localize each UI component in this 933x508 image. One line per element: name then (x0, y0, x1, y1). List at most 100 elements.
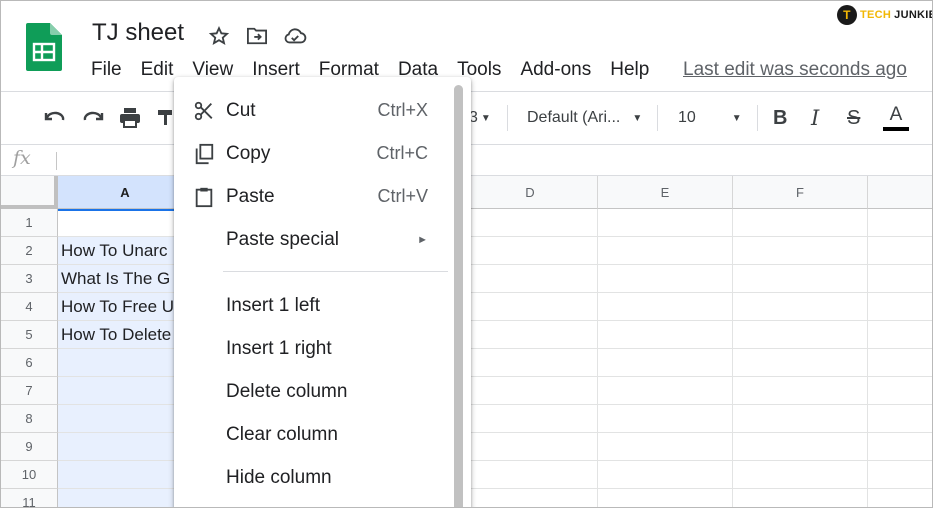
column-header-a[interactable]: A (58, 176, 193, 209)
grid-cell[interactable] (733, 377, 868, 405)
menu-file[interactable]: File (91, 59, 122, 83)
row-header[interactable]: 7 (1, 377, 58, 405)
grid-cell[interactable] (598, 377, 733, 405)
menu-help[interactable]: Help (610, 59, 649, 83)
grid-cell[interactable] (868, 405, 932, 433)
grid-cell[interactable] (598, 461, 733, 489)
grid-cell[interactable] (868, 377, 932, 405)
grid-cell[interactable] (733, 461, 868, 489)
bold-button[interactable]: B (773, 92, 787, 144)
row-header[interactable]: 11 (1, 489, 58, 507)
row-header[interactable]: 6 (1, 349, 58, 377)
grid-cell[interactable] (598, 209, 733, 237)
grid-cell[interactable] (733, 209, 868, 237)
grid-cell[interactable] (733, 237, 868, 265)
cell-column-a[interactable] (58, 405, 193, 433)
italic-button[interactable]: I (811, 92, 819, 144)
font-size-partial[interactable]: 3 ▼ (469, 92, 491, 144)
row-header[interactable]: 8 (1, 405, 58, 433)
grid-cell[interactable] (598, 293, 733, 321)
select-all-corner[interactable] (1, 176, 58, 209)
grid-cell[interactable] (463, 209, 598, 237)
menu-item-cut[interactable]: Cut Ctrl+X (174, 89, 454, 132)
grid-cell[interactable] (463, 321, 598, 349)
grid-cell[interactable] (868, 489, 932, 507)
row-header[interactable]: 9 (1, 433, 58, 461)
menu-item-delete-column[interactable]: Delete column (174, 370, 454, 413)
grid-cell[interactable] (868, 293, 932, 321)
menu-item-paste[interactable]: Paste Ctrl+V (174, 175, 454, 218)
font-size-select[interactable]: 10 ▼ (678, 92, 742, 144)
grid-cell[interactable] (868, 237, 932, 265)
grid-cell[interactable] (733, 265, 868, 293)
menu-item-insert-right[interactable]: Insert 1 right (174, 327, 454, 370)
grid-cell[interactable] (463, 461, 598, 489)
document-title[interactable]: TJ sheet (92, 19, 184, 47)
cell-column-a[interactable] (58, 209, 193, 237)
strikethrough-button[interactable]: S (847, 92, 860, 144)
star-icon[interactable] (207, 25, 231, 47)
menu-item-clear-column[interactable]: Clear column (174, 413, 454, 456)
column-header-g[interactable] (868, 176, 932, 209)
row-header[interactable]: 10 (1, 461, 58, 489)
grid-cell[interactable] (463, 265, 598, 293)
menu-scrollbar[interactable] (454, 85, 463, 507)
grid-cell[interactable] (868, 321, 932, 349)
grid-cell[interactable] (598, 349, 733, 377)
grid-cell[interactable] (463, 349, 598, 377)
grid-cell[interactable] (463, 377, 598, 405)
grid-cell[interactable] (868, 349, 932, 377)
cell-column-a[interactable] (58, 489, 193, 507)
grid-cell[interactable] (463, 293, 598, 321)
grid-cell[interactable] (463, 433, 598, 461)
grid-cell[interactable] (598, 321, 733, 349)
cell-column-a[interactable]: How To Unarc (58, 237, 193, 265)
grid-cell[interactable] (598, 265, 733, 293)
menu-item-paste-special[interactable]: Paste special ► (174, 218, 454, 261)
row-header[interactable]: 2 (1, 237, 58, 265)
grid-cell[interactable] (598, 405, 733, 433)
row-header[interactable]: 3 (1, 265, 58, 293)
print-icon[interactable] (118, 92, 142, 144)
grid-cell[interactable] (598, 489, 733, 507)
cell-column-a[interactable]: What Is The G (58, 265, 193, 293)
menu-item-insert-left[interactable]: Insert 1 left (174, 284, 454, 327)
paint-format-icon[interactable] (157, 92, 173, 144)
cell-column-a[interactable]: How To Delete (58, 321, 193, 349)
column-header-f[interactable]: F (733, 176, 868, 209)
row-header[interactable]: 1 (1, 209, 58, 237)
grid-cell[interactable] (598, 237, 733, 265)
grid-cell[interactable] (868, 209, 932, 237)
cell-column-a[interactable] (58, 349, 193, 377)
grid-cell[interactable] (598, 433, 733, 461)
grid-cell[interactable] (733, 321, 868, 349)
sheets-logo-icon[interactable] (26, 23, 62, 71)
font-family-select[interactable]: Default (Ari... ▼ (527, 92, 642, 144)
grid-cell[interactable] (733, 349, 868, 377)
grid-cell[interactable] (733, 405, 868, 433)
cell-column-a[interactable] (58, 377, 193, 405)
last-edit-link[interactable]: Last edit was seconds ago (683, 59, 907, 81)
cloud-saved-icon[interactable] (283, 25, 307, 47)
cell-column-a[interactable] (58, 461, 193, 489)
move-to-folder-icon[interactable] (245, 25, 269, 47)
row-header[interactable]: 4 (1, 293, 58, 321)
grid-cell[interactable] (733, 433, 868, 461)
grid-cell[interactable] (463, 489, 598, 507)
undo-icon[interactable] (43, 92, 67, 144)
row-header[interactable]: 5 (1, 321, 58, 349)
grid-cell[interactable] (868, 433, 932, 461)
column-header-d[interactable]: D (463, 176, 598, 209)
menu-item-copy[interactable]: Copy Ctrl+C (174, 132, 454, 175)
grid-cell[interactable] (733, 489, 868, 507)
cell-column-a[interactable]: How To Free U (58, 293, 193, 321)
redo-icon[interactable] (81, 92, 105, 144)
menu-item-hide-column[interactable]: Hide column (174, 456, 454, 499)
text-color-button[interactable]: A (883, 92, 909, 144)
grid-cell[interactable] (463, 405, 598, 433)
column-header-e[interactable]: E (598, 176, 733, 209)
cell-column-a[interactable] (58, 433, 193, 461)
grid-cell[interactable] (463, 237, 598, 265)
grid-cell[interactable] (733, 293, 868, 321)
grid-cell[interactable] (868, 461, 932, 489)
